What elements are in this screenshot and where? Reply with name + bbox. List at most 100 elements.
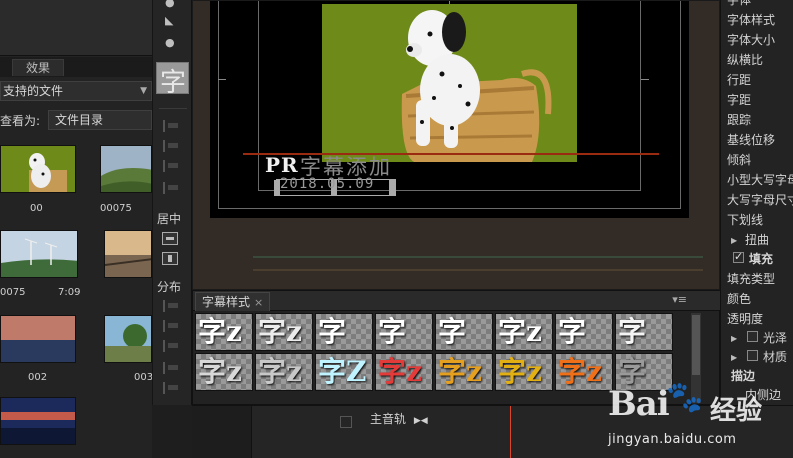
style-swatch-text: 字z (198, 315, 242, 348)
property-item[interactable]: 字体样式 (727, 11, 775, 28)
style-swatch[interactable]: 字z (255, 353, 313, 391)
media-thumbnail[interactable] (104, 230, 152, 278)
style-swatch[interactable]: 字z (435, 353, 493, 391)
expand-triangle-icon[interactable]: ▶ (731, 334, 737, 343)
expand-triangle-icon[interactable]: ▶ (731, 236, 737, 245)
style-swatch-text: 字z (258, 315, 302, 348)
track-toggle-icon[interactable] (340, 416, 352, 428)
center-label: 居中 (157, 212, 182, 226)
tab-effects[interactable]: 效果 (12, 59, 64, 76)
playhead[interactable] (510, 406, 511, 458)
lake-thumbnail-image (1, 316, 75, 362)
property-item[interactable]: 倾斜 (727, 151, 751, 168)
style-swatch[interactable]: 字 (375, 313, 433, 351)
timeline-track-header (192, 406, 252, 458)
property-item[interactable]: 字体 (727, 0, 751, 8)
dalmatian-image (401, 10, 552, 162)
distribute-left-icon[interactable] (163, 300, 181, 312)
style-swatch[interactable]: 字 (615, 313, 673, 351)
style-swatch[interactable]: 字 (435, 313, 493, 351)
style-swatch[interactable]: 字z (195, 353, 253, 391)
styles-panel-header: 字幕样式 × ▾≡ (193, 291, 721, 311)
property-opacity[interactable]: 透明度 (727, 310, 763, 327)
tab-title-styles[interactable]: 字幕样式 × (195, 292, 271, 311)
align-center-icon[interactable] (163, 140, 181, 152)
style-swatch[interactable]: 字z (375, 353, 433, 391)
sheen-checkbox[interactable] (747, 331, 758, 342)
property-sheen[interactable]: 光泽 (763, 329, 787, 346)
expand-triangle-icon[interactable]: ▶ (731, 353, 737, 362)
property-item[interactable]: 纵横比 (727, 51, 763, 68)
style-swatch-text: 字 (318, 315, 347, 348)
property-item[interactable]: 下划线 (727, 211, 763, 228)
center-vertical-icon[interactable] (162, 252, 178, 265)
move-tool-icon[interactable]: ● (165, 0, 175, 9)
close-icon[interactable]: × (254, 296, 263, 309)
safe-tick (218, 79, 226, 80)
media-thumbnail[interactable] (0, 230, 78, 278)
style-swatch[interactable]: 字z (495, 313, 553, 351)
media-thumbnail[interactable] (100, 145, 152, 193)
property-item[interactable]: 基线位移 (727, 131, 775, 148)
style-swatch[interactable]: 字z (495, 353, 553, 391)
file-type-dropdown[interactable]: 支持的文件 ▼ (0, 81, 152, 101)
arrow-tool-icon[interactable]: ◣ (165, 14, 173, 27)
distribute-center-icon[interactable] (163, 320, 181, 332)
property-texture[interactable]: 材质 (763, 348, 787, 365)
file-type-value: 支持的文件 (3, 84, 64, 98)
media-thumbnail[interactable] (104, 315, 152, 363)
chevron-down-icon: ▼ (140, 86, 147, 96)
property-item[interactable]: 小型大写字母 (727, 171, 793, 188)
style-swatch-text: 字 (618, 315, 647, 348)
align-right-icon[interactable] (163, 160, 181, 172)
texture-checkbox[interactable] (747, 350, 758, 361)
distribute-right-icon[interactable] (163, 340, 181, 352)
track-marker-icon: ▶◀ (413, 416, 428, 426)
distribute-bottom-icon[interactable] (163, 382, 181, 394)
ellipse-tool-icon[interactable]: ● (165, 36, 175, 49)
media-thumbnail[interactable] (0, 315, 76, 363)
property-distort[interactable]: 扭曲 (745, 231, 769, 248)
view-as-dropdown[interactable]: 文件目录 (48, 110, 152, 130)
date-text[interactable]: 2018.05.09 (280, 176, 374, 192)
title-text-bold[interactable]: PR (265, 153, 299, 177)
text-style-preview[interactable]: 字 (156, 62, 189, 98)
night-thumbnail-image (1, 412, 75, 444)
property-item[interactable]: 字距 (727, 91, 751, 108)
river-thumbnail-image (105, 324, 151, 362)
style-swatch[interactable]: 字z (195, 313, 253, 351)
style-swatch[interactable]: 字z (255, 313, 313, 351)
fill-checkbox[interactable] (733, 250, 744, 263)
align-top-icon[interactable] (163, 182, 181, 194)
media-thumbnail[interactable] (0, 397, 76, 445)
style-swatch[interactable]: 字Z (315, 353, 373, 391)
property-item[interactable]: 跟踪 (727, 111, 751, 128)
style-swatch[interactable]: 字 (315, 313, 373, 351)
text-style-glyph: 字 (160, 68, 187, 98)
tab-title-styles-label: 字幕样式 (202, 295, 251, 309)
safe-tick (641, 79, 649, 80)
divider (159, 108, 187, 109)
panel-menu-icon[interactable]: ▾≡ (672, 293, 687, 306)
property-item[interactable]: 字体大小 (727, 31, 775, 48)
video-canvas[interactable]: PR 字幕添加 2018.05.09 (210, 1, 689, 218)
watermark-url: jingyan.baidu.com (608, 432, 737, 447)
property-item[interactable]: 大写字母尺寸 (727, 191, 793, 208)
resize-handle[interactable] (389, 180, 395, 196)
center-horizontal-icon[interactable] (162, 232, 178, 245)
property-fill[interactable]: 填充 (749, 250, 773, 267)
property-item[interactable]: 行距 (727, 71, 751, 88)
distribute-label: 分布 (157, 280, 182, 294)
style-swatch-text: 字Z (318, 355, 367, 388)
property-color[interactable]: 颜色 (727, 290, 751, 307)
thumbnail-duration: 7:09 (58, 287, 81, 298)
style-swatch-text: 字 (558, 315, 587, 348)
style-swatch[interactable]: 字 (555, 313, 613, 351)
project-tabs: 效果 (0, 57, 152, 77)
scrollbar-thumb[interactable] (692, 315, 700, 375)
align-left-icon[interactable] (163, 120, 181, 132)
media-thumbnail[interactable] (0, 145, 76, 193)
distribute-top-icon[interactable] (163, 362, 181, 374)
thumbnail-label: 003 (134, 372, 152, 383)
property-fill-type[interactable]: 填充类型 (727, 270, 775, 287)
